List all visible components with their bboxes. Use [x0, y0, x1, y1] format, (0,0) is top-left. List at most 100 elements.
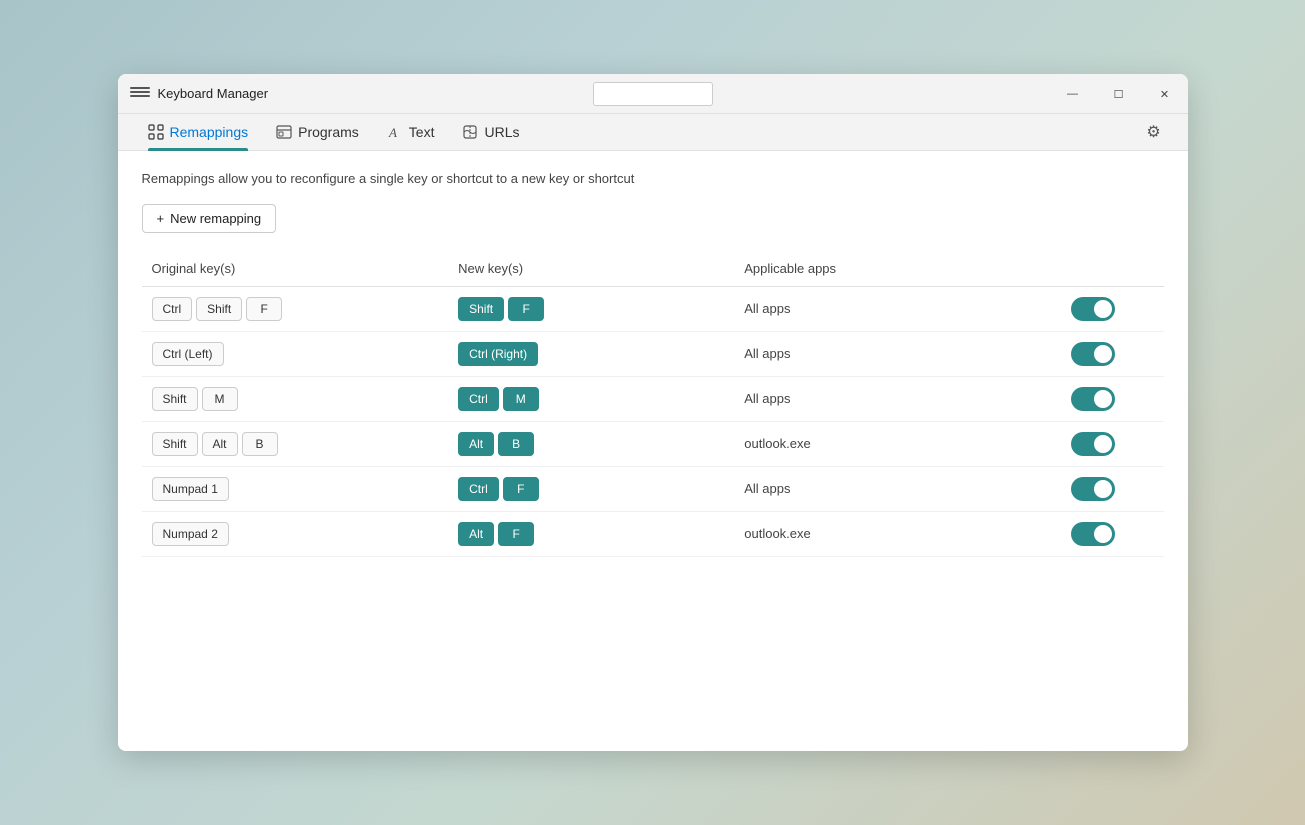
row-5-app: outlook.exe — [734, 512, 1061, 557]
table-row: Numpad 2AltFoutlook.exe — [142, 512, 1164, 557]
svg-text:A: A — [388, 125, 397, 140]
table-row: Ctrl (Left) Ctrl (Right) All apps — [142, 332, 1164, 377]
app-name: outlook.exe — [744, 526, 811, 541]
new-remapping-label: New remapping — [170, 211, 261, 226]
key-chip-new: F — [503, 477, 539, 501]
row-3-toggle-cell — [1061, 422, 1163, 467]
key-chip-new: Shift — [458, 297, 504, 321]
key-chip: Shift — [152, 387, 198, 411]
search-input[interactable] — [593, 82, 713, 106]
tab-remappings-label: Remappings — [170, 124, 249, 140]
key-chip: Numpad 1 — [152, 477, 229, 501]
toggle-switch[interactable] — [1071, 522, 1115, 546]
tab-text-label: Text — [409, 124, 435, 140]
row-5-original: Numpad 2 — [142, 512, 449, 557]
search-area — [593, 82, 713, 106]
toggle-switch[interactable] — [1071, 477, 1115, 501]
tab-programs-label: Programs — [298, 124, 359, 140]
app-name: All apps — [744, 301, 790, 316]
key-chip-new: B — [498, 432, 534, 456]
row-1-new: Ctrl (Right) — [448, 332, 734, 377]
window-title: Keyboard Manager — [158, 86, 269, 101]
new-remapping-button[interactable]: + New remapping — [142, 204, 277, 233]
plus-icon: + — [157, 211, 165, 226]
row-4-new: CtrlF — [448, 467, 734, 512]
key-chip-new: M — [503, 387, 539, 411]
row-4-app: All apps — [734, 467, 1061, 512]
row-0-new: ShiftF — [448, 287, 734, 332]
key-chip: Ctrl — [152, 297, 193, 321]
tab-text[interactable]: A Text — [373, 114, 449, 150]
settings-button[interactable]: ⚙ — [1136, 114, 1172, 150]
row-1-original: Ctrl (Left) — [142, 332, 449, 377]
tab-programs[interactable]: Programs — [262, 114, 373, 150]
tab-urls[interactable]: URLs — [448, 114, 533, 150]
toggle-switch[interactable] — [1071, 432, 1115, 456]
key-chip: Numpad 2 — [152, 522, 229, 546]
row-3-app: outlook.exe — [734, 422, 1061, 467]
tab-bar: Remappings Programs A Text — [118, 114, 1188, 151]
row-4-toggle-cell — [1061, 467, 1163, 512]
minimize-button[interactable]: — — [1050, 74, 1096, 114]
tab-remappings[interactable]: Remappings — [134, 114, 263, 150]
app-icon — [130, 87, 150, 101]
remappings-icon — [148, 124, 164, 140]
toggle-switch[interactable] — [1071, 297, 1115, 321]
row-2-toggle-cell — [1061, 377, 1163, 422]
title-bar: Keyboard Manager — ☐ ✕ — [118, 74, 1188, 114]
key-chip-new: Ctrl — [458, 477, 499, 501]
key-chip-new: Alt — [458, 522, 494, 546]
table-row: CtrlShiftFShiftFAll apps — [142, 287, 1164, 332]
row-2-new: CtrlM — [448, 377, 734, 422]
table-row: ShiftMCtrlMAll apps — [142, 377, 1164, 422]
key-chip: Alt — [202, 432, 238, 456]
urls-icon — [462, 124, 478, 140]
col-header-apps: Applicable apps — [734, 253, 1061, 287]
row-3-original: ShiftAltB — [142, 422, 449, 467]
table-row: ShiftAltBAltBoutlook.exe — [142, 422, 1164, 467]
key-chip: M — [202, 387, 238, 411]
row-3-new: AltB — [448, 422, 734, 467]
app-name: All apps — [744, 481, 790, 496]
col-header-toggle — [1061, 253, 1163, 287]
col-header-new: New key(s) — [448, 253, 734, 287]
key-chip: Shift — [196, 297, 242, 321]
content-area: Remappings allow you to reconfigure a si… — [118, 151, 1188, 751]
row-2-app: All apps — [734, 377, 1061, 422]
key-chip: Ctrl (Left) — [152, 342, 224, 366]
close-button[interactable]: ✕ — [1142, 74, 1188, 114]
row-1-toggle-cell — [1061, 332, 1163, 377]
row-0-app: All apps — [734, 287, 1061, 332]
row-0-original: CtrlShiftF — [142, 287, 449, 332]
programs-icon — [276, 124, 292, 140]
row-1-app: All apps — [734, 332, 1061, 377]
row-5-new: AltF — [448, 512, 734, 557]
key-chip-new: Alt — [458, 432, 494, 456]
main-window: Keyboard Manager — ☐ ✕ Remappings — [118, 74, 1188, 751]
app-name: All apps — [744, 391, 790, 406]
toggle-switch[interactable] — [1071, 342, 1115, 366]
table-row: Numpad 1 CtrlF All apps — [142, 467, 1164, 512]
key-chip: B — [242, 432, 278, 456]
key-chip: F — [246, 297, 282, 321]
key-chip-new: Ctrl — [458, 387, 499, 411]
key-chip-new: F — [498, 522, 534, 546]
toggle-switch[interactable] — [1071, 387, 1115, 411]
maximize-button[interactable]: ☐ — [1096, 74, 1142, 114]
table-header-row: Original key(s) New key(s) Applicable ap… — [142, 253, 1164, 287]
tab-urls-label: URLs — [484, 124, 519, 140]
key-chip-new: F — [508, 297, 544, 321]
app-name: All apps — [744, 346, 790, 361]
row-5-toggle-cell — [1061, 512, 1163, 557]
row-0-toggle-cell — [1061, 287, 1163, 332]
text-icon: A — [387, 124, 403, 140]
row-4-original: Numpad 1 — [142, 467, 449, 512]
key-chip-new: Ctrl (Right) — [458, 342, 538, 366]
app-name: outlook.exe — [744, 436, 811, 451]
description-text: Remappings allow you to reconfigure a si… — [142, 171, 1164, 186]
row-2-original: ShiftM — [142, 377, 449, 422]
col-header-original: Original key(s) — [142, 253, 449, 287]
remappings-table: Original key(s) New key(s) Applicable ap… — [142, 253, 1164, 557]
key-chip: Shift — [152, 432, 198, 456]
window-controls: — ☐ ✕ — [1050, 74, 1188, 114]
